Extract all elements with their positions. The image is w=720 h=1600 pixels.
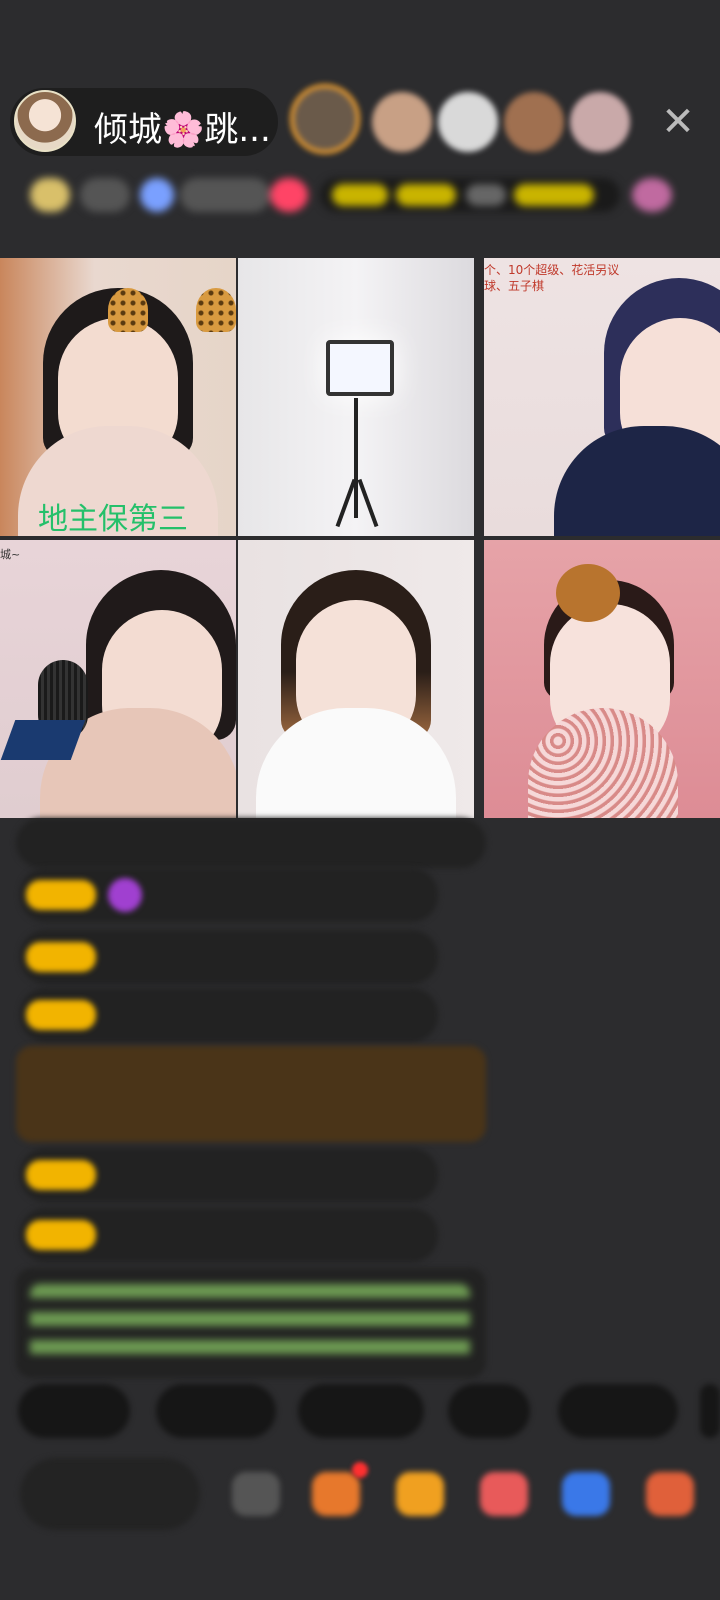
- viewer-avatar[interactable]: [438, 92, 498, 152]
- user-level-badge: [26, 942, 96, 972]
- user-level-badge: [26, 1160, 96, 1190]
- host-avatar[interactable]: [14, 90, 76, 152]
- comment-input[interactable]: [20, 1458, 200, 1530]
- tile-caption: 城~: [0, 548, 21, 561]
- gift-icon[interactable]: [562, 1472, 610, 1516]
- quick-reply-chip[interactable]: [18, 1384, 130, 1438]
- viewer-avatar[interactable]: [570, 92, 630, 152]
- guest-body: [554, 426, 720, 536]
- quick-reply-chip[interactable]: [700, 1384, 720, 1438]
- viewer-avatar[interactable]: [372, 92, 432, 152]
- guest-video-tile[interactable]: [484, 540, 720, 818]
- quick-reply-chip[interactable]: [156, 1384, 276, 1438]
- tile-caption: 个、10个超级、花活另议 球、五子棋: [484, 263, 620, 293]
- close-icon[interactable]: ✕: [656, 100, 700, 144]
- chat-message: [16, 818, 486, 868]
- leopard-ears-icon: [196, 288, 236, 332]
- gift-icon[interactable]: [646, 1472, 694, 1516]
- bottom-toolbar: [0, 1458, 720, 1534]
- microphone-stand: [0, 720, 86, 760]
- announcement-text: [30, 1284, 470, 1362]
- guest-video-tile[interactable]: 个、10个超级、花活另议 球、五子棋: [484, 258, 720, 536]
- featured-viewer-avatar[interactable]: [290, 84, 360, 154]
- bear-hairclip-icon: [556, 564, 620, 622]
- host-profile-pill[interactable]: 倾城🌸跳...: [10, 88, 278, 156]
- quick-reply-chip[interactable]: [448, 1384, 530, 1438]
- guest-video-tile[interactable]: [238, 540, 474, 818]
- user-level-badge: [26, 880, 96, 910]
- user-level-badge: [26, 1220, 96, 1250]
- highlight-chat-message: [16, 1046, 486, 1142]
- gift-icon[interactable]: [480, 1472, 528, 1516]
- light-stand-leg: [357, 478, 379, 528]
- ring-light-icon: [326, 340, 394, 396]
- notification-dot: [352, 1462, 368, 1478]
- guest-video-tile[interactable]: 城~: [0, 540, 236, 818]
- quick-reply-chip[interactable]: [298, 1384, 424, 1438]
- quick-reply-bar[interactable]: [18, 1384, 720, 1438]
- live-header: 倾城🌸跳... ✕: [10, 84, 710, 160]
- user-level-badge: [108, 878, 142, 912]
- viewer-avatar[interactable]: [504, 92, 564, 152]
- quick-reply-chip[interactable]: [558, 1384, 678, 1438]
- leopard-ears-icon: [108, 288, 148, 332]
- stream-info-bar[interactable]: [20, 170, 700, 220]
- tile-caption: 地主保第三: [38, 502, 188, 536]
- gift-box-icon[interactable]: [396, 1472, 444, 1516]
- light-stand: [354, 398, 358, 518]
- host-name[interactable]: 倾城🌸跳...: [94, 102, 274, 151]
- user-level-badge: [26, 1000, 96, 1030]
- guest-video-tile[interactable]: [238, 258, 474, 536]
- more-icon[interactable]: [232, 1472, 280, 1516]
- multi-guest-video-grid: 地主保第三 个、10个超级、花活另议 球、五子棋 城~: [0, 258, 720, 818]
- guest-video-tile[interactable]: 地主保第三: [0, 258, 236, 536]
- gift-icon[interactable]: [312, 1472, 360, 1516]
